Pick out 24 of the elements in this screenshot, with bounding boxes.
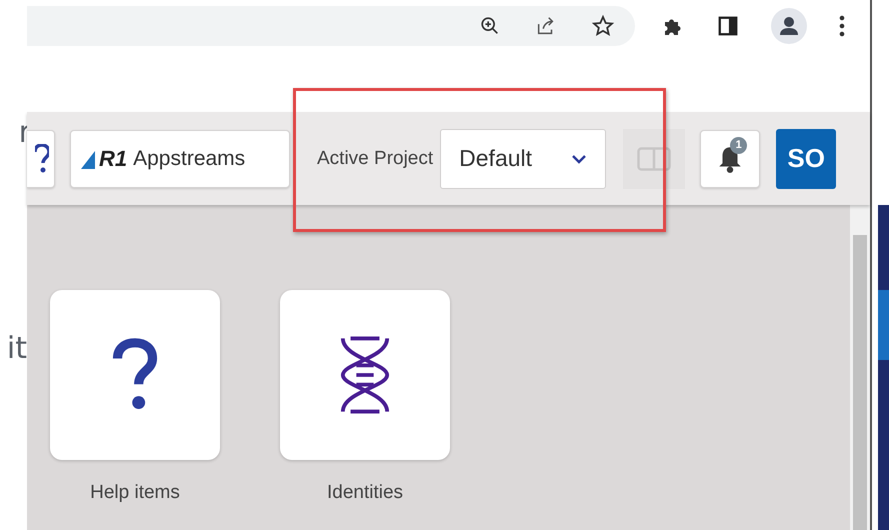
notifications-button[interactable]: 1 — [700, 130, 760, 188]
profile-icon[interactable] — [771, 8, 807, 44]
app-tile[interactable] — [50, 290, 220, 460]
cut-off-text: it — [6, 334, 27, 364]
active-project-label: Active Project — [317, 148, 434, 170]
zoom-icon[interactable] — [479, 15, 501, 37]
question-icon — [35, 144, 49, 174]
user-avatar[interactable]: SO — [776, 128, 836, 188]
chevron-down-icon — [571, 154, 588, 164]
project-select[interactable]: Default — [440, 128, 606, 188]
dna-icon — [339, 336, 391, 414]
scrollbar[interactable] — [850, 205, 870, 530]
star-icon[interactable] — [591, 14, 615, 38]
help-button[interactable] — [27, 130, 55, 188]
tile-label: Identities — [326, 482, 404, 504]
split-panel-icon — [637, 146, 672, 170]
tile-label: Help items — [90, 482, 180, 504]
app-tile[interactable] — [280, 290, 450, 460]
notification-badge: 1 — [730, 136, 748, 154]
menu-icon[interactable] — [839, 15, 845, 37]
appstreams-button[interactable]: R1 Appstreams — [70, 130, 290, 188]
panel-toggle-button[interactable] — [623, 128, 686, 188]
side-panel-icon[interactable] — [717, 15, 739, 37]
logo-icon — [81, 148, 97, 168]
